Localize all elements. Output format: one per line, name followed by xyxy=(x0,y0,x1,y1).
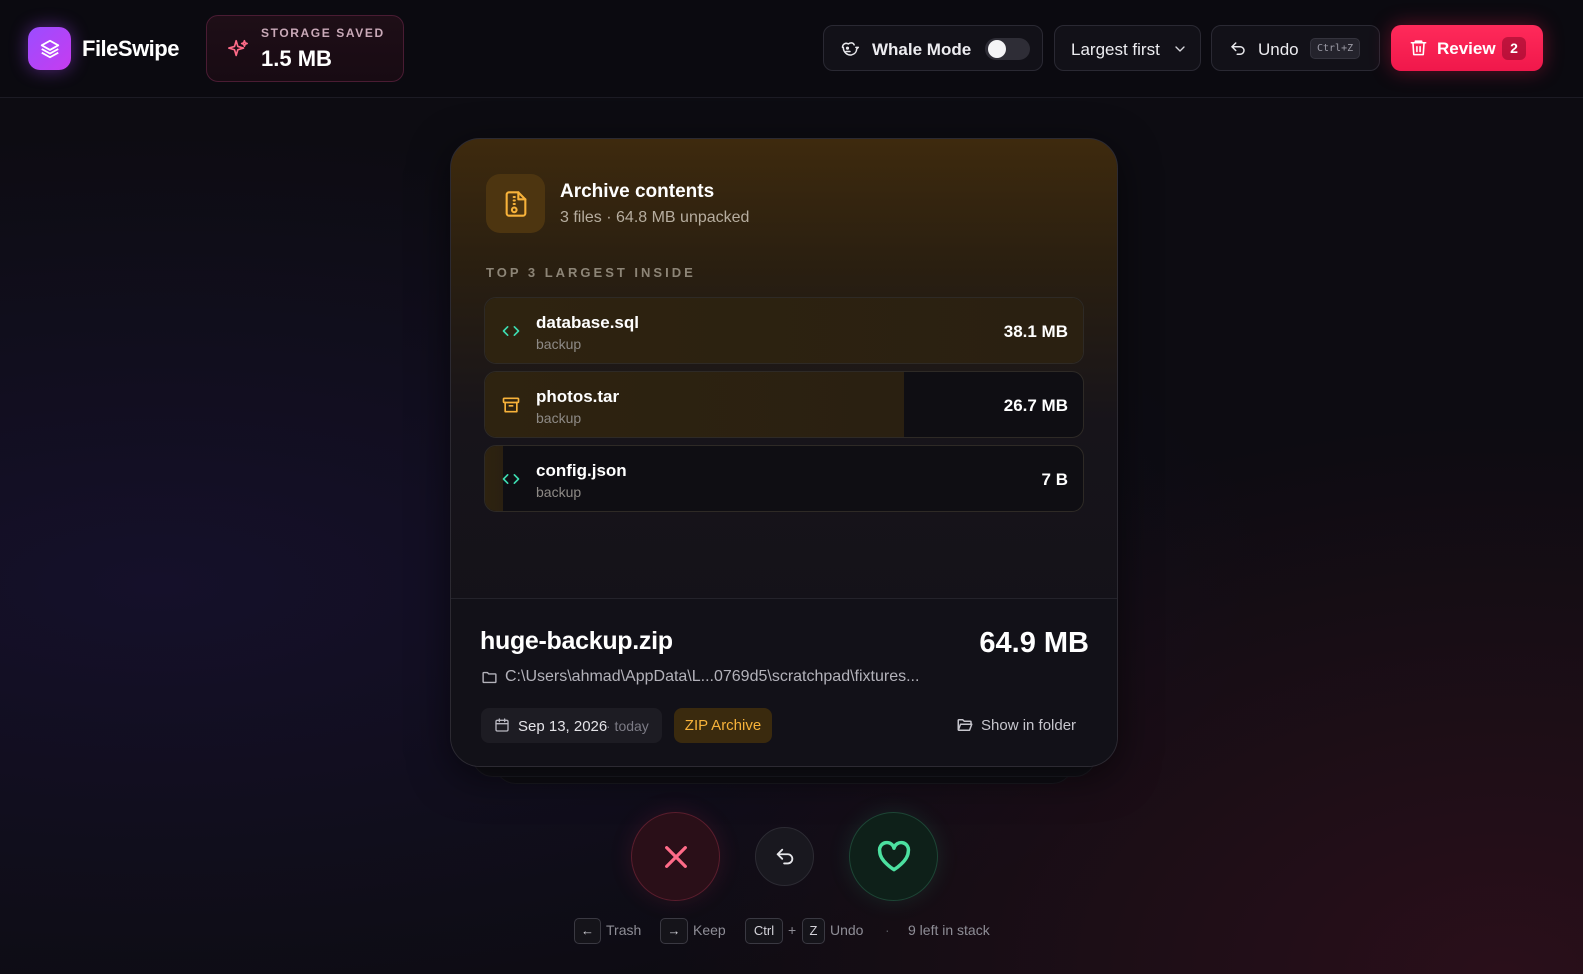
hint-separator: · xyxy=(885,922,890,938)
file-archive-icon xyxy=(505,190,526,217)
archive-file-size: 38.1 MB xyxy=(1003,322,1068,341)
sort-selected-label: Largest first xyxy=(1071,40,1160,59)
review-button[interactable]: Review 2 xyxy=(1391,25,1543,71)
archive-file-name: photos.tar xyxy=(536,387,620,406)
review-label: Review xyxy=(1437,39,1496,58)
archive-file-row: photos.tar backup 26.7 MB xyxy=(484,371,1084,438)
file-card[interactable]: Archive contents 3 files · 64.8 MB unpac… xyxy=(450,138,1118,767)
archive-file-size: 7 B xyxy=(1041,470,1068,489)
archive-file-category: backup xyxy=(536,336,582,352)
file-name: huge-backup.zip xyxy=(480,627,673,655)
section-label: TOP 3 LARGEST INSIDE xyxy=(486,265,696,280)
archive-box-icon xyxy=(502,397,520,413)
app-name: FileSwipe xyxy=(82,36,179,61)
keep-button[interactable] xyxy=(849,812,938,901)
archive-subtitle: 3 files · 64.8 MB unpacked xyxy=(560,209,750,226)
stack-remaining: 9 left in stack xyxy=(908,922,990,938)
file-size: 64.9 MB xyxy=(979,627,1089,659)
code-icon xyxy=(502,474,520,484)
archive-title: Archive contents xyxy=(560,181,715,202)
archive-file-row: config.json backup 7 B xyxy=(484,445,1084,512)
hint-plus: + xyxy=(788,922,797,938)
key-right-arrow: → xyxy=(660,918,688,944)
archive-file-category: backup xyxy=(536,484,582,500)
undo-round-button[interactable] xyxy=(755,827,814,886)
undo-button[interactable]: Undo Ctrl+Z xyxy=(1211,25,1380,71)
layers-icon xyxy=(40,39,59,58)
whale-mode-switch[interactable] xyxy=(985,38,1030,60)
folder-open-icon xyxy=(957,719,973,731)
archive-file-name: config.json xyxy=(536,461,627,480)
archive-badge xyxy=(486,174,545,233)
sparkles-icon xyxy=(228,39,248,57)
top-bar: FileSwipe STORAGE SAVED 1.5 MB Whale Mod… xyxy=(0,0,1583,98)
keyboard-hints: ← Trash → Keep Ctrl + Z Undo · 9 left in… xyxy=(0,918,1583,944)
review-count-badge: 2 xyxy=(1502,37,1526,60)
file-details: huge-backup.zip 64.9 MB C:\Users\ahmad\A… xyxy=(451,598,1117,766)
show-in-folder-label: Show in folder xyxy=(981,717,1077,734)
close-icon xyxy=(664,845,687,868)
hint-keep-label: Keep xyxy=(693,922,726,938)
file-path: C:\Users\ahmad\AppData\L...0769d5\scratc… xyxy=(505,668,920,685)
heart-icon xyxy=(877,840,910,871)
undo-icon xyxy=(1231,42,1245,55)
archive-file-size: 26.7 MB xyxy=(1003,396,1068,415)
key-z: Z xyxy=(802,918,825,944)
app-logo xyxy=(28,27,71,70)
undo-shortcut-hint: Ctrl+Z xyxy=(1310,38,1361,59)
whale-mode-label: Whale Mode xyxy=(872,40,972,59)
chevron-down-icon xyxy=(1175,46,1185,52)
undo-icon xyxy=(776,848,793,864)
whale-icon xyxy=(841,42,860,56)
folder-icon xyxy=(482,671,497,684)
sort-dropdown[interactable]: Largest first xyxy=(1054,25,1201,71)
file-date-relative: · today xyxy=(606,718,649,734)
switch-knob xyxy=(988,40,1006,58)
undo-label: Undo xyxy=(1258,40,1299,59)
key-left-arrow: ← xyxy=(574,918,601,944)
archive-file-name: database.sql xyxy=(536,313,639,332)
key-ctrl: Ctrl xyxy=(745,918,783,944)
storage-saved-panel: STORAGE SAVED 1.5 MB xyxy=(206,15,404,82)
whale-mode-toggle[interactable]: Whale Mode xyxy=(823,25,1043,71)
trash-button[interactable] xyxy=(631,812,720,901)
calendar-icon xyxy=(495,718,509,732)
hint-trash-label: Trash xyxy=(606,922,642,938)
code-icon xyxy=(502,326,520,336)
file-date: Sep 13, 2026 xyxy=(518,718,608,735)
trash-icon xyxy=(1410,40,1427,56)
archive-file-row: database.sql backup 38.1 MB xyxy=(484,297,1084,364)
hint-undo-label: Undo xyxy=(830,922,864,938)
storage-saved-label: STORAGE SAVED xyxy=(261,26,385,40)
storage-saved-value: 1.5 MB xyxy=(261,46,332,71)
archive-file-category: backup xyxy=(536,410,582,426)
date-chip: Sep 13, 2026 · today xyxy=(481,708,662,743)
file-type-badge: ZIP Archive xyxy=(674,708,772,743)
